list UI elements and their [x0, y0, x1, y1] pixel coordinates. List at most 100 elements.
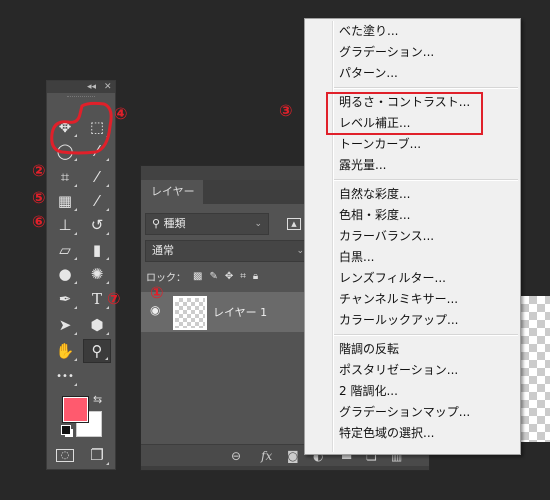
- annotation-6: ⑥: [32, 212, 46, 231]
- flyout-indicator: [74, 184, 77, 187]
- pen-tool[interactable]: ✒: [51, 287, 79, 311]
- drag-grip[interactable]: [67, 96, 95, 99]
- flyout-indicator: [74, 158, 77, 161]
- close-icon[interactable]: ✕: [104, 81, 112, 93]
- zoom-tool[interactable]: ⚲: [83, 339, 111, 363]
- menu-separator: [334, 334, 518, 336]
- sponge-icon: ✺: [90, 265, 104, 283]
- blur-tool[interactable]: ●: [51, 262, 79, 286]
- crop-icon: ⌗: [60, 168, 70, 186]
- lock-transparency-icon[interactable]: ▩: [193, 271, 202, 282]
- flyout-indicator: [106, 281, 109, 284]
- flyout-indicator: [74, 208, 77, 211]
- bandage-icon: ▦: [57, 192, 73, 210]
- menu-item[interactable]: 特定色域の選択...: [339, 423, 434, 444]
- lock-label: ロック：: [146, 273, 186, 284]
- eyedropper-tool[interactable]: ⁄: [83, 165, 111, 189]
- pen-icon: ✒: [58, 290, 72, 308]
- eyedropper-icon: ⁄: [95, 168, 99, 186]
- foreground-color-swatch[interactable]: [63, 397, 88, 422]
- flyout-indicator: [74, 358, 77, 361]
- lock-paint-icon[interactable]: ✎: [209, 271, 217, 282]
- menu-item[interactable]: カラーバランス...: [339, 226, 434, 247]
- stamp-icon: ⊥: [58, 216, 72, 234]
- menu-item[interactable]: 色相・彩度...: [339, 205, 410, 226]
- flyout-indicator: [74, 281, 77, 284]
- quick-mask-icon: ◌: [55, 448, 75, 462]
- image-filter-icon[interactable]: ▲: [287, 218, 301, 230]
- drop-icon: ●: [58, 265, 72, 283]
- collapse-icon[interactable]: ◂◂: [87, 81, 96, 93]
- search-icon: ⚲: [152, 217, 164, 230]
- fx-icon[interactable]: fx: [261, 449, 272, 463]
- menu-item[interactable]: パターン...: [339, 63, 398, 84]
- link-layers-icon[interactable]: ⊖: [231, 449, 241, 463]
- hexagon-icon: ⬢: [90, 316, 104, 334]
- path-selection-tool[interactable]: ➤: [51, 313, 79, 337]
- menu-item[interactable]: 階調の反転: [339, 339, 399, 360]
- lock-artboard-icon[interactable]: ⌗: [240, 271, 246, 282]
- flyout-indicator: [105, 357, 108, 360]
- adjustment-layer-menu: べた塗り... グラデーション... パターン... 明るさ・コントラスト... レベル…: [304, 18, 521, 455]
- annotation-5: ⑤: [32, 188, 46, 207]
- flyout-indicator: [106, 158, 109, 161]
- layer-name: レイヤー 1: [213, 306, 268, 319]
- default-colors-icon[interactable]: [61, 425, 71, 435]
- flyout-indicator: [106, 332, 109, 335]
- tab-layers[interactable]: レイヤー: [141, 180, 203, 204]
- chevron-down-icon: ⌄: [254, 219, 262, 229]
- menu-item[interactable]: 2 階調化...: [339, 381, 398, 402]
- shape-tool[interactable]: ⬢: [83, 313, 111, 337]
- menu-item[interactable]: グラデーションマップ...: [339, 402, 470, 423]
- annotation-7: ⑦: [107, 289, 121, 308]
- menu-item[interactable]: カラールックアップ...: [339, 310, 458, 331]
- tools-panel-header[interactable]: ◂◂ ✕: [47, 81, 115, 93]
- more-tools[interactable]: •••: [51, 364, 79, 388]
- menu-gutter: [332, 21, 334, 452]
- menu-item[interactable]: レンズフィルター...: [339, 268, 446, 289]
- annotation-2: ②: [32, 161, 46, 180]
- menu-item[interactable]: 露光量...: [339, 155, 386, 176]
- menu-item[interactable]: チャンネルミキサー...: [339, 289, 458, 310]
- menu-item[interactable]: 白黒...: [339, 247, 374, 268]
- flyout-indicator: [74, 232, 77, 235]
- flyout-indicator: [106, 208, 109, 211]
- flyout-indicator: [106, 232, 109, 235]
- menu-item[interactable]: べた塗り...: [339, 21, 398, 42]
- menu-item[interactable]: ポスタリゼーション...: [339, 360, 458, 381]
- eye-icon[interactable]: ◉: [150, 303, 160, 317]
- filter-kind-value: 種類: [163, 217, 186, 230]
- chevron-down-icon: ⌄: [296, 246, 304, 256]
- add-mask-icon[interactable]: ◙: [287, 449, 299, 463]
- crop-tool[interactable]: ⌗: [51, 165, 79, 189]
- hand-icon: ✋: [55, 342, 75, 360]
- flyout-indicator: [74, 383, 77, 386]
- flyout-indicator: [74, 332, 77, 335]
- gradient-icon: ▮: [92, 241, 102, 259]
- hand-tool[interactable]: ✋: [51, 339, 79, 363]
- quick-mask-button[interactable]: ◌: [51, 443, 79, 467]
- screen-mode-button[interactable]: ❐: [83, 443, 111, 467]
- annotation-3: ③: [279, 101, 293, 120]
- menu-item[interactable]: 自然な彩度...: [339, 184, 410, 205]
- canvas-transparent[interactable]: [521, 296, 550, 442]
- menu-item[interactable]: グラデーション...: [339, 42, 434, 63]
- clone-stamp-tool[interactable]: ⊥: [51, 213, 79, 237]
- healing-brush-tool[interactable]: ▦: [51, 189, 79, 213]
- flyout-indicator: [106, 184, 109, 187]
- gradient-tool[interactable]: ▮: [83, 238, 111, 262]
- more-icon: •••: [56, 370, 74, 382]
- lock-all-icon[interactable]: 🔒︎: [253, 271, 258, 282]
- sponge-tool[interactable]: ✺: [83, 262, 111, 286]
- lock-row: ロック： ▩ ✎ ✥ ⌗ 🔒︎: [146, 269, 258, 284]
- scrollbar[interactable]: [141, 466, 429, 470]
- eraser-tool[interactable]: ▱: [51, 238, 79, 262]
- layer-filter-select[interactable]: ⚲ 種類 ⌄: [145, 213, 269, 235]
- brush-tool[interactable]: ⁄: [83, 189, 111, 213]
- history-brush-tool[interactable]: ↺: [83, 213, 111, 237]
- history-brush-icon: ↺: [90, 216, 104, 234]
- menu-item[interactable]: トーンカーブ...: [339, 134, 421, 155]
- lock-position-icon[interactable]: ✥: [225, 271, 233, 282]
- layer-thumbnail: [173, 296, 207, 330]
- swap-colors-icon[interactable]: ⇆: [93, 393, 102, 406]
